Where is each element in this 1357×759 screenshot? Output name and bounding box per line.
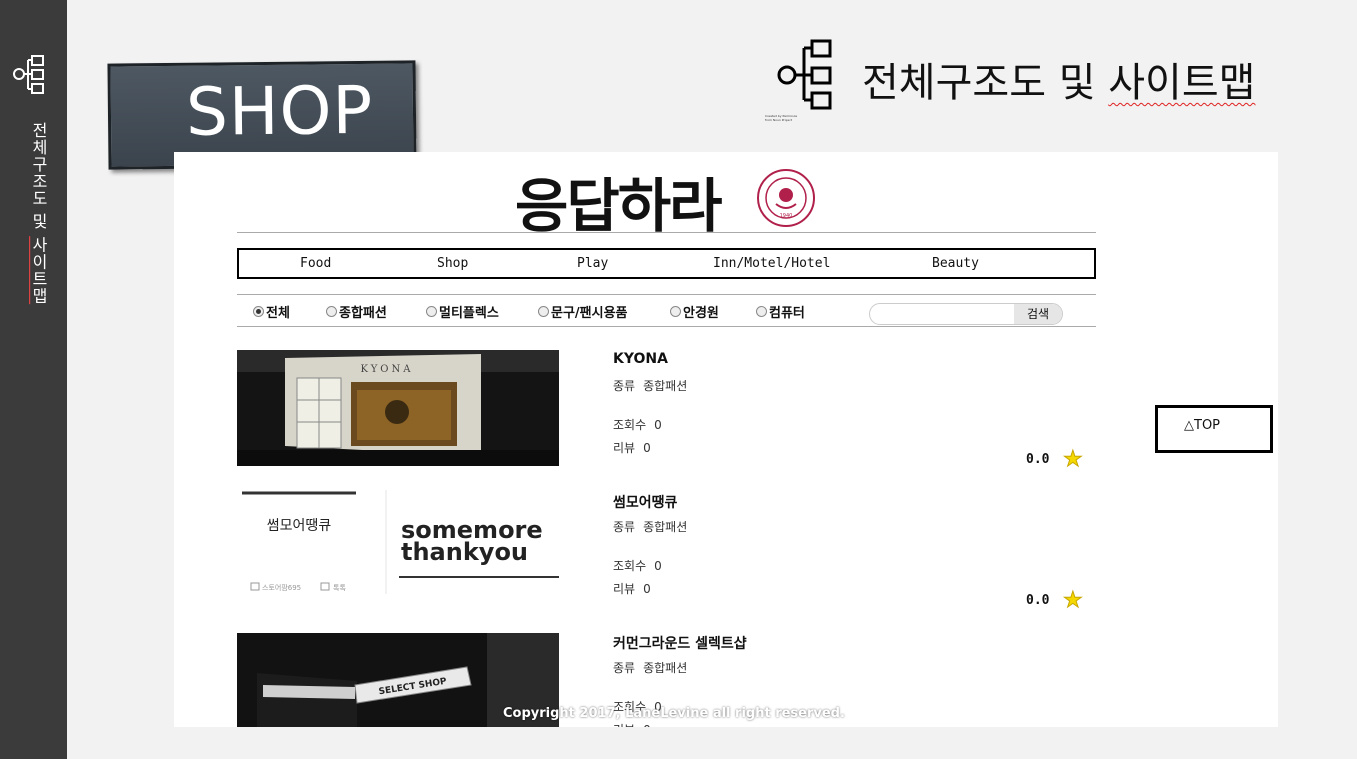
sidebar-label-underlined: 사이트맵 — [29, 236, 48, 305]
divider — [237, 326, 1096, 327]
shop-sign-text: KYONA — [361, 364, 414, 375]
reviews-value: 0 — [643, 582, 651, 596]
shop-type: 종류 종합패션 — [613, 518, 687, 535]
section-tag-label: SHOP — [185, 71, 374, 151]
image-right-line2: thankyou — [401, 538, 528, 566]
type-value: 종합패션 — [643, 520, 688, 534]
radio-icon[interactable] — [670, 306, 681, 317]
shop-views: 조회수 0 — [613, 416, 662, 433]
icon-credit-line2: from Noun Project — [765, 118, 793, 122]
reviews-value: 0 — [643, 723, 651, 727]
shop-name[interactable]: KYONA — [613, 351, 668, 367]
category-label: 종합패션 — [339, 306, 387, 321]
star-icon: ★ — [1063, 588, 1084, 613]
image-foot-right: 톡톡 — [333, 584, 346, 592]
type-label: 종류 — [613, 379, 636, 393]
shop-type: 종류 종합패션 — [613, 377, 687, 394]
views-value: 0 — [654, 418, 662, 432]
type-label: 종류 — [613, 661, 636, 675]
type-value: 종합패션 — [643, 379, 688, 393]
shop-name[interactable]: 커먼그라운드 셀렉트샵 — [613, 633, 747, 653]
divider — [237, 294, 1096, 295]
reviews-label: 리뷰 — [613, 441, 636, 455]
reviews-label: 리뷰 — [613, 723, 635, 727]
icon-credit: Created by Parmicule from Noun Project — [765, 114, 797, 122]
left-rail: 전체구조도 및 사이트맵 — [0, 0, 67, 759]
nav-shop[interactable]: Shop — [437, 256, 468, 271]
shop-reviews: 리뷰 0 — [613, 439, 651, 456]
shop-reviews: 리뷰 0 — [613, 580, 651, 597]
radio-icon[interactable] — [538, 306, 549, 317]
main-nav: Food Shop Play Inn/Motel/Hotel Beauty — [237, 248, 1096, 279]
radio-icon[interactable] — [756, 306, 767, 317]
divider — [237, 232, 1096, 233]
category-label: 컴퓨터 — [769, 306, 805, 321]
shop-rating: 0.0 — [1026, 593, 1050, 608]
shop-image-kyona[interactable]: KYONA — [237, 350, 559, 466]
nav-inn-motel-hotel[interactable]: Inn/Motel/Hotel — [713, 256, 830, 271]
reviews-value: 0 — [643, 441, 651, 455]
nav-beauty[interactable]: Beauty — [932, 256, 979, 271]
site-mockup: 응답하라 1940 Food Shop Play Inn/Motel/Hotel… — [174, 152, 1278, 727]
category-label: 문구/팬시용품 — [551, 306, 628, 321]
views-value: 0 — [654, 559, 662, 573]
shop-reviews: 리뷰 0 — [613, 721, 651, 727]
scroll-top-button[interactable]: △TOP — [1155, 405, 1273, 453]
category-fashion[interactable]: 종합패션 — [326, 302, 387, 321]
seal-year: 1940 — [780, 213, 793, 219]
copyright: Copyright 2017, LaneLevine all right res… — [503, 706, 845, 721]
shop-photo: KYONA — [237, 350, 559, 466]
radio-icon[interactable] — [326, 306, 337, 317]
type-label: 종류 — [613, 520, 636, 534]
shop-views: 조회수 0 — [613, 557, 662, 574]
star-icon: ★ — [1063, 447, 1084, 472]
nav-play[interactable]: Play — [577, 256, 608, 271]
shop-rating: 0.0 — [1026, 452, 1050, 467]
sitemap-icon — [777, 39, 832, 110]
category-stationery[interactable]: 문구/팬시용품 — [538, 302, 628, 321]
shop-image-somemore[interactable]: 썸모어땡큐 스토어팜695 톡톡 somemore thankyou — [237, 490, 559, 594]
radio-icon[interactable] — [426, 306, 437, 317]
sitemap-icon — [13, 55, 44, 94]
category-optician[interactable]: 안경원 — [670, 302, 719, 321]
category-all[interactable]: 전체 — [253, 302, 290, 321]
university-seal-icon: 1940 — [757, 169, 815, 227]
category-label: 안경원 — [683, 306, 719, 321]
radio-selected-icon[interactable] — [253, 306, 264, 317]
page-title-plain: 전체구조도 및 — [862, 60, 1109, 106]
search-button[interactable]: 검색 — [1014, 304, 1062, 324]
scroll-top-label: △TOP — [1184, 418, 1221, 433]
page-title: 전체구조도 및 사이트맵 — [862, 50, 1255, 108]
nav-food[interactable]: Food — [300, 256, 331, 271]
type-value: 종합패션 — [643, 661, 688, 675]
reviews-label: 리뷰 — [613, 582, 636, 596]
shop-name[interactable]: 썸모어땡큐 — [613, 492, 677, 512]
site-logo[interactable]: 응답하라 — [515, 159, 722, 243]
views-label: 조회수 — [613, 418, 647, 432]
category-label: 멀티플렉스 — [439, 306, 499, 321]
sidebar-label: 전체구조도 및 사이트맵 — [26, 122, 50, 304]
views-label: 조회수 — [613, 559, 647, 573]
image-left-text: 썸모어땡큐 — [267, 518, 332, 534]
category-computer[interactable]: 컴퓨터 — [756, 302, 805, 321]
category-label: 전체 — [266, 306, 290, 321]
shop-photo: 썸모어땡큐 스토어팜695 톡톡 somemore thankyou — [237, 490, 559, 594]
image-foot-left: 스토어팜695 — [262, 583, 301, 592]
category-multiplex[interactable]: 멀티플렉스 — [426, 302, 499, 321]
shop-type: 종류 종합패션 — [613, 659, 687, 676]
sidebar-label-plain: 전체구조도 및 — [29, 122, 48, 237]
page-title-underlined: 사이트맵 — [1108, 60, 1256, 106]
